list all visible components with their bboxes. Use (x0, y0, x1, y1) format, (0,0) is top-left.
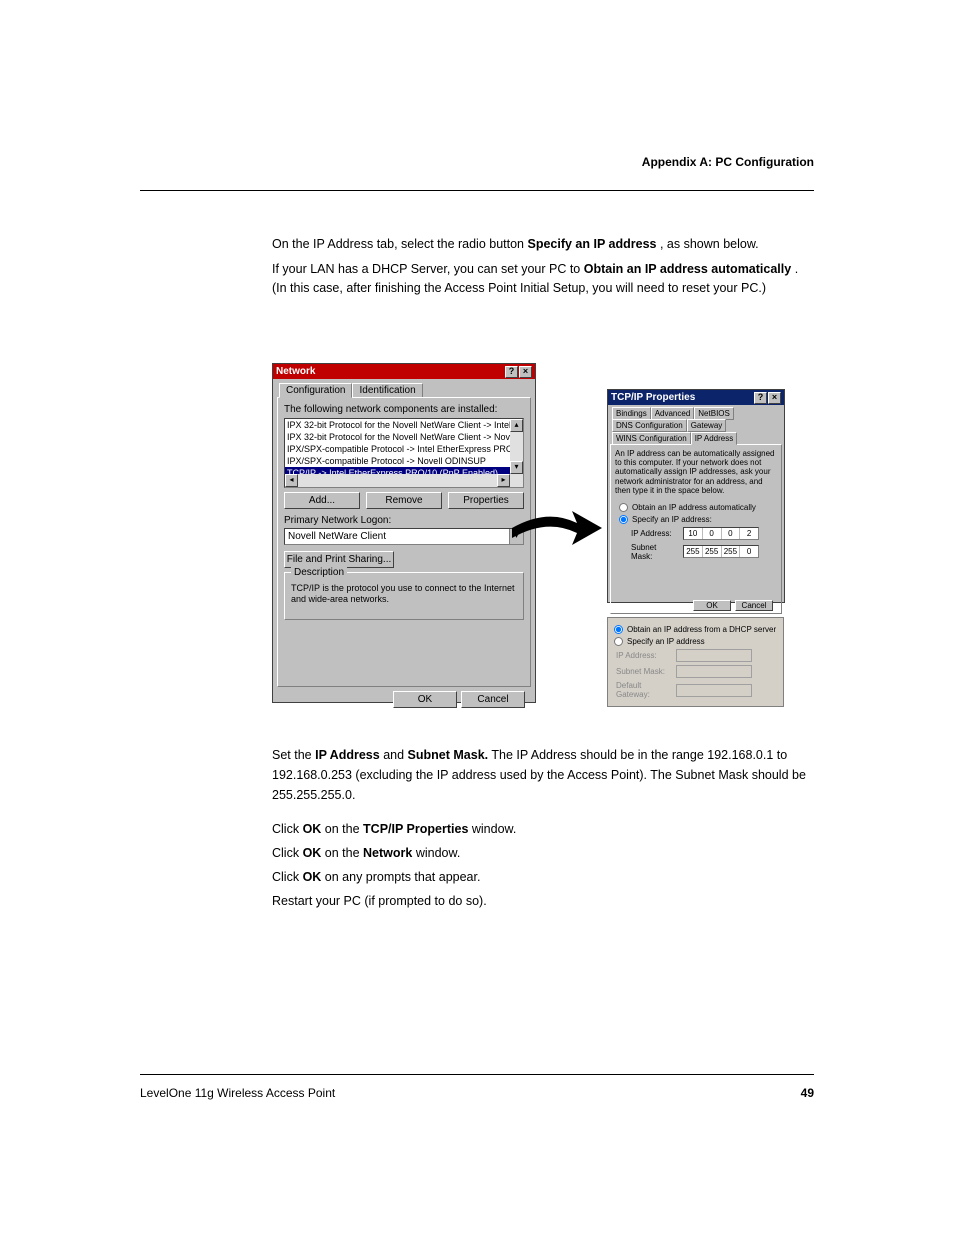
nt-ip-panel: Obtain an IP address from a DHCP server … (607, 617, 784, 707)
remove-button[interactable]: Remove (366, 492, 442, 509)
chapter-header: Appendix A: PC Configuration (642, 155, 814, 169)
file-print-sharing-button[interactable]: File and Print Sharing... (284, 551, 394, 568)
step-item: Click OK on the Network window. (272, 843, 814, 863)
tab-configuration[interactable]: Configuration (279, 383, 352, 398)
specify-ip-bold: Specify an IP address (528, 237, 657, 251)
radio-obtain[interactable]: Obtain an IP address automatically (619, 503, 777, 512)
ok-button[interactable]: OK (693, 600, 731, 611)
radio-obtain-input[interactable] (619, 503, 628, 512)
list-item[interactable]: IPX 32-bit Protocol for the Novell NetWa… (285, 431, 523, 443)
window-title: TCP/IP Properties (611, 392, 695, 403)
tab-dns[interactable]: DNS Configuration (612, 419, 687, 432)
cancel-button[interactable]: Cancel (461, 691, 525, 708)
list-item[interactable]: IPX 32-bit Protocol for the Novell NetWa… (285, 419, 523, 431)
nt-gw-label: Default Gateway: (616, 681, 672, 699)
tab-gateway[interactable]: Gateway (687, 419, 727, 432)
tab-ipaddress[interactable]: IP Address (691, 432, 738, 445)
close-icon[interactable]: × (519, 366, 532, 378)
radio-dhcp[interactable]: Obtain an IP address from a DHCP server (614, 625, 779, 634)
scrollbar-horizontal[interactable]: ◂ ▸ (285, 474, 510, 487)
nt-gw-input (676, 684, 752, 697)
nt-ip-label: IP Address: (616, 651, 672, 660)
radio-specify-nt-input[interactable] (614, 637, 623, 646)
ip-address-bold: IP Address (315, 748, 380, 762)
add-button[interactable]: Add... (284, 492, 360, 509)
tcpip-dialog: TCP/IP Properties ? × Bindings Advanced … (607, 389, 785, 603)
subnet-mask-input[interactable]: 255 255 255 0 (683, 545, 759, 558)
titlebar: Network ? × (273, 364, 535, 379)
scroll-left-icon[interactable]: ◂ (285, 474, 298, 487)
scroll-right-icon[interactable]: ▸ (497, 474, 510, 487)
scroll-up-icon[interactable]: ▴ (510, 419, 523, 432)
subnet-mask-label: Subnet Mask: (631, 543, 677, 561)
help-icon[interactable]: ? (754, 392, 767, 404)
nt-sm-input (676, 665, 752, 678)
ip-address-input[interactable]: 10 0 0 2 (683, 527, 759, 540)
ok-button[interactable]: OK (393, 691, 457, 708)
primary-logon-select[interactable]: Novell NetWare Client ▾ (284, 528, 524, 545)
dhcp-option-text: If your LAN has a DHCP Server, you can s… (272, 260, 814, 298)
tab-identification[interactable]: Identification (352, 383, 422, 398)
step-item: Restart your PC (if prompted to do so). (272, 891, 814, 911)
obtain-auto-bold: Obtain an IP address automatically (584, 262, 791, 276)
chevron-down-icon[interactable]: ▾ (509, 529, 523, 544)
window-title: Network (276, 366, 315, 377)
steps-block: Set the IP Address and Subnet Mask. The … (272, 745, 814, 915)
subnet-mask-bold: Subnet Mask. (408, 748, 489, 762)
titlebar: TCP/IP Properties ? × (608, 390, 784, 405)
scroll-down-icon[interactable]: ▾ (510, 461, 523, 474)
components-label: The following network components are ins… (284, 404, 524, 415)
intro-block: On the IP Address tab, select the radio … (272, 235, 814, 303)
list-item[interactable]: IPX/SPX-compatible Protocol -> Intel Eth… (285, 443, 523, 455)
radio-obtain-label: Obtain an IP address automatically (632, 503, 756, 512)
cancel-button[interactable]: Cancel (735, 600, 773, 611)
screenshot-figures: Network ? × Configuration Identification… (272, 363, 812, 733)
footer-rule (140, 1074, 814, 1075)
radio-specify-input[interactable] (619, 515, 628, 524)
description-title: Description (291, 567, 347, 578)
help-icon[interactable]: ? (505, 366, 518, 378)
description-text: TCP/IP is the protocol you use to connec… (291, 583, 517, 605)
network-tabs: Configuration Identification (277, 383, 531, 398)
ip-address-label: IP Address: (631, 529, 677, 538)
radio-dhcp-label: Obtain an IP address from a DHCP server (627, 625, 776, 634)
page-number: 49 (801, 1086, 814, 1100)
description-groupbox: Description TCP/IP is the protocol you u… (284, 572, 524, 620)
footer-text: LevelOne 11g Wireless Access Point (140, 1086, 335, 1100)
primary-logon-label: Primary Network Logon: (284, 515, 524, 526)
horizontal-rule (140, 190, 814, 191)
properties-button[interactable]: Properties (448, 492, 524, 509)
radio-specify-label: Specify an IP address: (632, 515, 712, 524)
radio-dhcp-input[interactable] (614, 625, 623, 634)
step-item: Click OK on the TCP/IP Properties window… (272, 819, 814, 839)
list-item[interactable]: IPX/SPX-compatible Protocol -> Novell OD… (285, 455, 523, 467)
components-list[interactable]: IPX 32-bit Protocol for the Novell NetWa… (284, 418, 524, 488)
nt-ip-input (676, 649, 752, 662)
radio-specify-nt-label: Specify an IP address (627, 637, 705, 646)
radio-specify-nt[interactable]: Specify an IP address (614, 637, 779, 646)
tcpip-info-text: An IP address can be automatically assig… (615, 449, 777, 495)
radio-specify[interactable]: Specify an IP address: (619, 515, 777, 524)
step-item: Click OK on any prompts that appear. (272, 867, 814, 887)
primary-logon-value: Novell NetWare Client (288, 531, 386, 542)
close-icon[interactable]: × (768, 392, 781, 404)
network-dialog: Network ? × Configuration Identification… (272, 363, 536, 703)
scrollbar-vertical[interactable]: ▴ ▾ (510, 419, 523, 487)
nt-sm-label: Subnet Mask: (616, 667, 672, 676)
